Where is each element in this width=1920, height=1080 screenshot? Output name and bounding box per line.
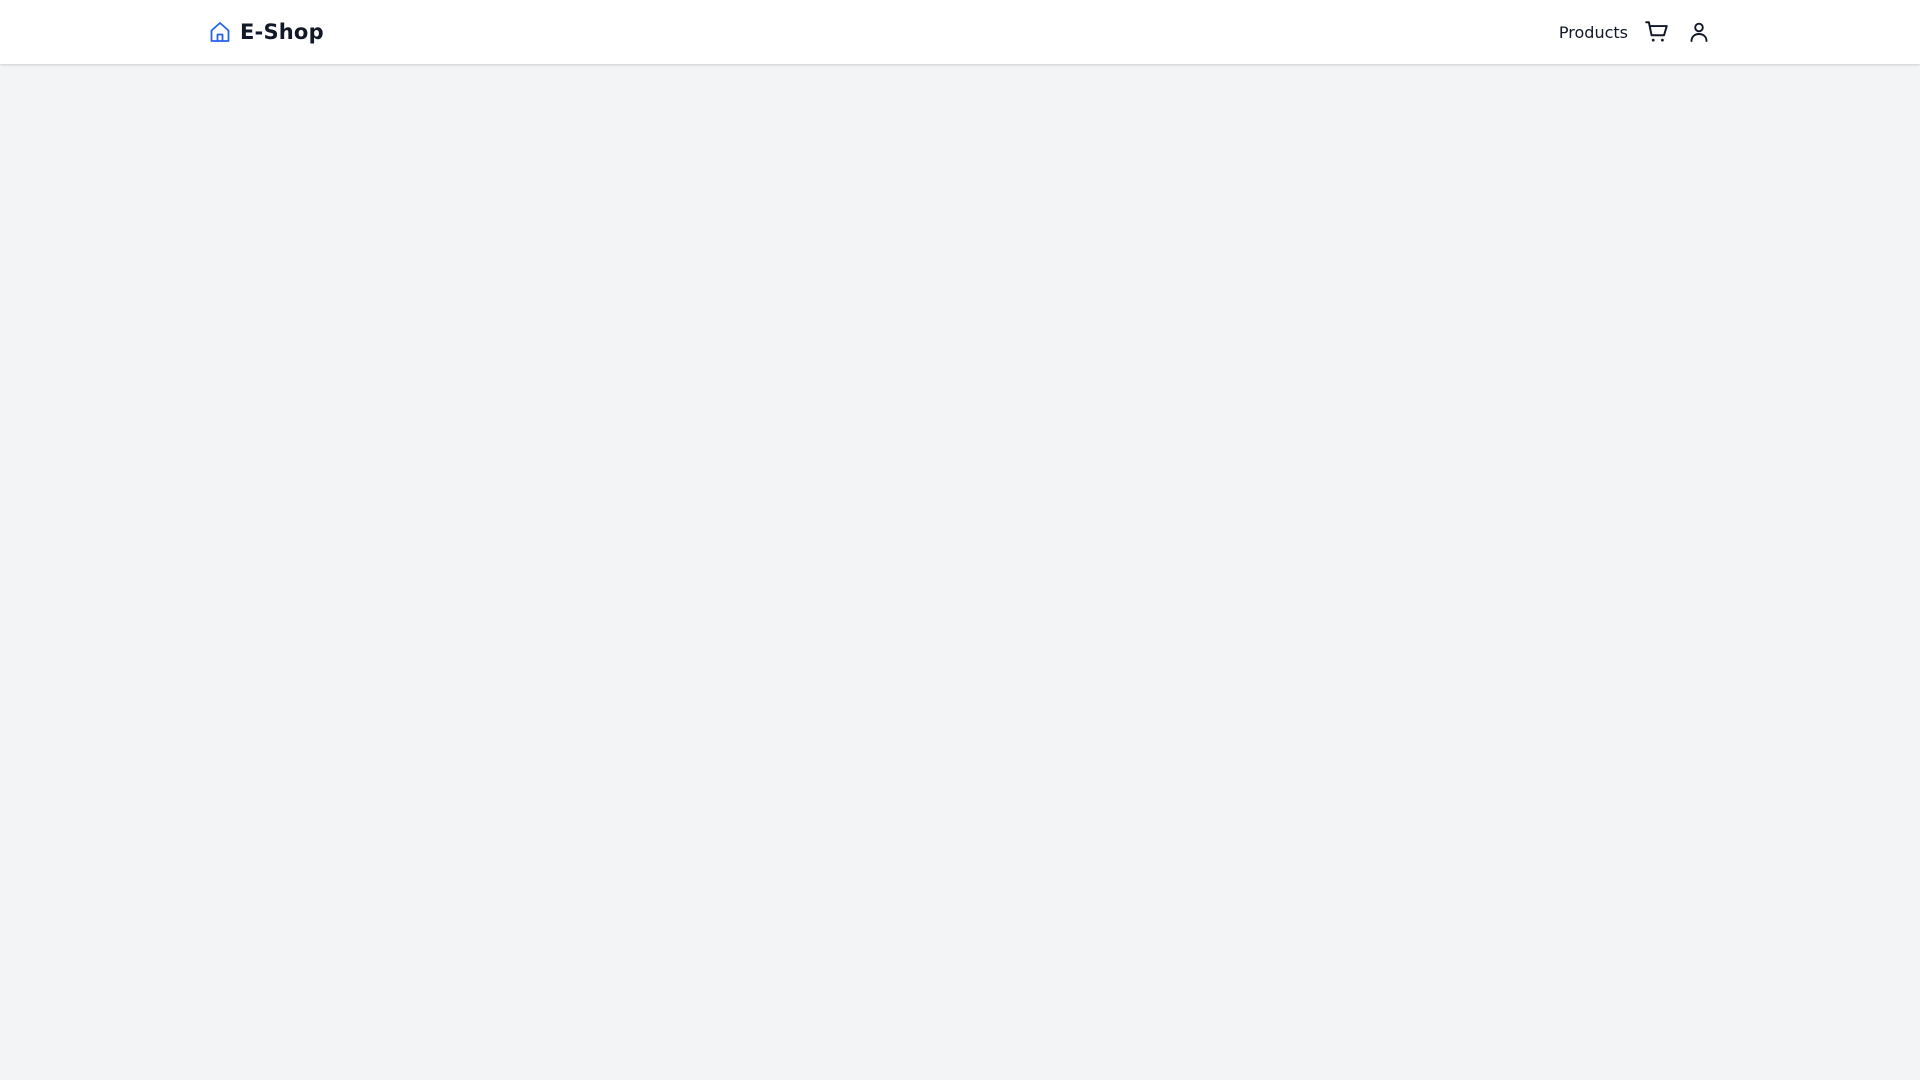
brand-home-link[interactable]: E-Shop (208, 20, 324, 44)
brand-name: E-Shop (240, 20, 324, 44)
cart-icon (1644, 19, 1670, 45)
nav-link-products[interactable]: Products (1559, 23, 1628, 42)
navbar-container: E-Shop Products (200, 0, 1720, 64)
cart-button[interactable] (1644, 19, 1670, 45)
home-icon (208, 20, 232, 44)
account-button[interactable] (1686, 19, 1712, 45)
nav-actions: Products (1559, 19, 1712, 45)
top-navbar: E-Shop Products (0, 0, 1920, 64)
main-content-area (0, 64, 1920, 1080)
user-icon (1687, 20, 1711, 44)
